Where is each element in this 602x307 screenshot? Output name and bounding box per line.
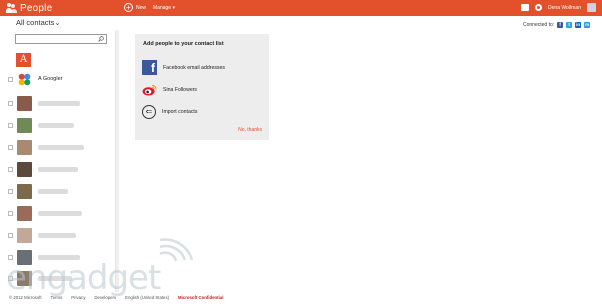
wifi-icon [159,238,194,262]
footer-privacy-link[interactable]: Privacy [71,295,85,300]
plus-icon: + [124,3,133,12]
contact-photo [17,95,32,111]
filter-label: All contacts [16,18,55,27]
facebook-icon: f [142,60,157,75]
footer-developers-link[interactable]: Developers [94,295,116,300]
messenger-icon[interactable]: m [584,22,591,28]
checkbox[interactable] [8,210,13,216]
people-icon [6,3,17,13]
contact-photo [17,117,32,133]
contact-row[interactable] [8,139,108,155]
connected-to: Connected to: f t in m [523,22,591,28]
add-contacts-card: Add people to your contact list f Facebo… [135,34,269,140]
contact-row[interactable] [8,117,108,133]
messaging-icon[interactable] [521,4,530,11]
footer-copyright: © 2012 Microsoft [9,295,42,300]
chevron-down-icon: ⌄ [54,18,61,27]
topbar-right: Dena Wolfman [521,3,596,12]
option-import[interactable]: ⇐ Import contacts [142,105,197,119]
contact-photo [17,183,32,199]
checkbox[interactable] [8,144,13,150]
contacts-filter-dropdown[interactable]: All contacts⌄ [16,18,61,27]
card-title: Add people to your contact list [143,41,224,47]
checkbox[interactable] [8,166,13,172]
checkbox[interactable] [8,100,13,106]
checkbox[interactable] [8,188,13,194]
option-sina[interactable]: Sina Followers [142,84,197,96]
contact-name: A Googler [38,76,63,82]
checkbox[interactable] [8,76,13,82]
checkbox[interactable] [8,122,13,128]
import-icon: ⇐ [142,105,156,119]
blurred-name [38,100,80,106]
new-label: New [136,4,147,11]
contact-row[interactable]: A Googler [8,71,108,87]
group-letter-tile[interactable]: A [16,53,31,67]
google-icon [17,71,32,87]
blurred-name [38,144,84,150]
connected-label: Connected to: [523,22,555,28]
option-facebook[interactable]: f Facebook email addresses [142,60,225,75]
avatar[interactable] [587,3,596,12]
app-title: People [20,2,53,14]
watermark-text: engadget [6,258,161,298]
footer-terms-link[interactable]: Terms [51,295,63,300]
blurred-name [38,188,68,194]
facebook-icon[interactable]: f [557,22,564,28]
blurred-name [38,210,82,216]
option-label: Facebook email addresses [163,64,225,71]
footer: © 2012 Microsoft Terms Privacy Developer… [9,295,223,300]
contact-row[interactable] [8,183,108,199]
blurred-name [38,122,74,128]
search-input[interactable] [15,34,107,44]
search-icon[interactable] [98,36,104,42]
contact-photo [17,161,32,177]
contact-photo [17,205,32,221]
top-bar: People + New Manage ▾ Dena Wolfman [0,0,602,16]
option-label: Import contacts [162,109,198,115]
manage-menu[interactable]: Manage ▾ [153,5,175,11]
contact-row[interactable] [8,95,108,111]
footer-language-link[interactable]: English (United States) [125,295,169,300]
twitter-icon[interactable]: t [566,22,573,28]
user-name[interactable]: Dena Wolfman [548,5,581,11]
contact-row[interactable] [8,205,108,221]
blurred-name [38,166,78,172]
contact-photo [17,139,32,155]
footer-confidential: Microsoft Confidential [178,295,224,300]
gear-icon[interactable] [535,4,543,11]
no-thanks-link[interactable]: No, thanks [238,127,262,133]
linkedin-icon[interactable]: in [575,22,582,28]
app-launcher[interactable]: People [6,2,52,14]
option-label: Sina Followers [163,87,198,93]
contact-row[interactable] [8,161,108,177]
weibo-icon [142,84,157,96]
engadget-watermark: engadget [6,228,196,298]
new-button[interactable]: + New [124,3,146,12]
